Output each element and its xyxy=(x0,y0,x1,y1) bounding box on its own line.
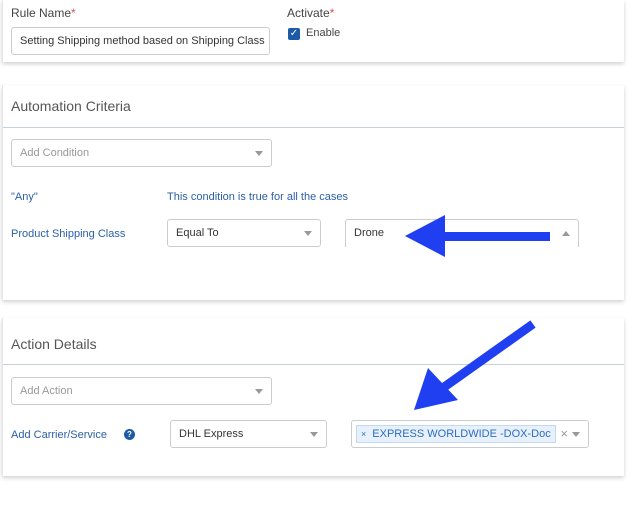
annotation-arrows xyxy=(405,215,550,410)
arrow-left-annotation xyxy=(405,215,550,257)
arrow-down-left-annotation xyxy=(414,320,536,410)
